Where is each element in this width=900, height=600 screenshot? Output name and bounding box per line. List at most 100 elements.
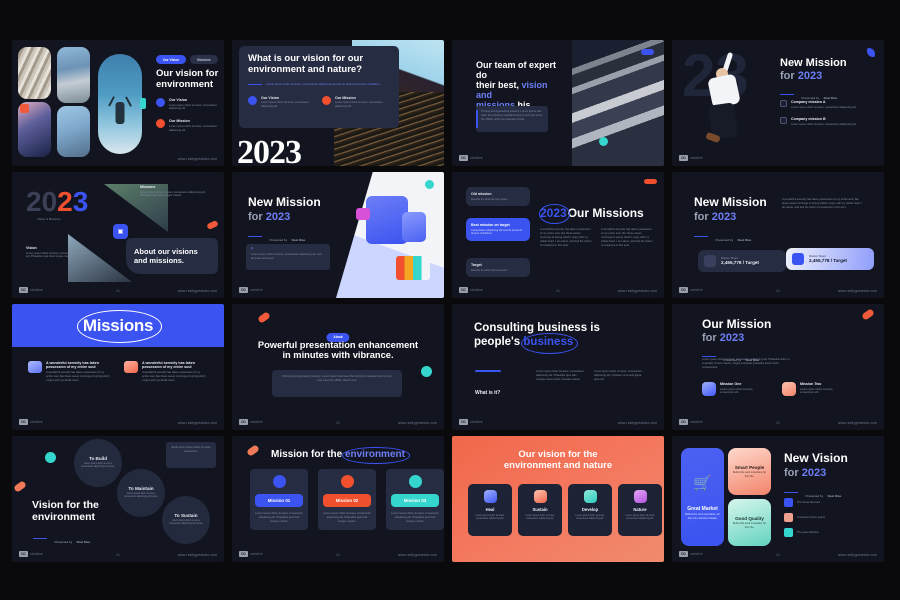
slide-8-stat-right[interactable]: Mission Target 2,455,778 / Target	[786, 248, 874, 270]
slide-6-magenta-shape	[356, 208, 370, 220]
slide-15-card-2[interactable]: Sustain Lorem ipsum dolor sit amet, cons…	[518, 484, 562, 536]
web-url: www.reallygreatsite.com	[398, 421, 437, 425]
slide-7[interactable]: Old mission Results for what the last ye…	[452, 172, 664, 298]
page-number: 01	[556, 289, 560, 293]
slide-4[interactable]: 23 New Mission for 2023 Presented by Noe…	[672, 40, 884, 166]
slide-10[interactable]: About Powerful presentation enhancement …	[232, 304, 444, 430]
mission-03-icon	[408, 475, 422, 488]
teal-circle-accent	[425, 180, 434, 189]
slide-5-card-title-line2: and missions.	[134, 256, 185, 265]
slide-7-card-1[interactable]: Old mission Results for what the last ye…	[466, 187, 530, 207]
list-item: Company mission B Lorem ipsum dolor sit …	[780, 117, 858, 126]
slide-15-card-3[interactable]: Develop Lorem ipsum dolor sit amet, cons…	[568, 484, 612, 536]
slide-16-title: New Vision	[784, 451, 848, 465]
slide-1-tag-ghost[interactable]: Missions	[190, 55, 218, 64]
checkbox-icon[interactable]	[780, 117, 787, 125]
slide-3-title-line1: Our team of expert do	[476, 60, 557, 81]
slide-14-column-2[interactable]: Mission 02 Lorem ipsum dolor sit amet, c…	[318, 469, 376, 530]
page-number: 01	[776, 421, 780, 425]
slide-13[interactable]: Enter lorem ipsum dolor sit amet consect…	[12, 436, 224, 562]
legend-swatch-icon	[784, 513, 793, 522]
slide-13-circle-2[interactable]: To Maintain Lorem ipsum dolor sit amet, …	[117, 469, 165, 517]
slide-15-card-4[interactable]: Nature Lorem ipsum dolor sit amet, conse…	[618, 484, 662, 536]
slide-4-for-label: for	[780, 70, 795, 82]
mission-02-label[interactable]: Mission 02	[323, 494, 371, 507]
mission-02-icon	[340, 475, 354, 488]
slide-10-title-line2: in minutes with vibrance.	[282, 350, 394, 361]
slide-16-year: 2023	[801, 467, 827, 479]
slide-15[interactable]: Our vision for the environment and natur…	[452, 436, 664, 562]
slide-8-title: New Mission	[694, 195, 767, 209]
slide-7-card-3[interactable]: Target Results for what the last years.	[466, 258, 530, 278]
slide-8[interactable]: New Mission for 2023 Presented by Noel D…	[672, 172, 884, 298]
checkbox-icon[interactable]	[780, 100, 787, 107]
logo-text: creative	[690, 420, 703, 424]
brand-logo: DC creative	[239, 551, 263, 557]
bullet-heading: Our Vision	[261, 95, 280, 100]
card-heading: Target	[471, 263, 482, 267]
slide-15-card-1[interactable]: Heal Lorem ipsum dolor sit amet, consect…	[468, 484, 512, 536]
page-number: 01	[776, 289, 780, 293]
mission-03-body: Lorem ipsum dolor sit amet, consectetur …	[391, 512, 439, 523]
slide-16-smart-people-card[interactable]: Smart People Behind the word mountains, …	[728, 448, 771, 495]
slide-12[interactable]: Our Mission for 2023 Presented by Noel D…	[672, 304, 884, 430]
slide-6[interactable]: New Mission for 2023 Presented by Noel D…	[232, 172, 444, 298]
teal-accent-tab	[140, 98, 146, 109]
slide-11-column-1: Lorem ipsum dolor sit amet, consectetur …	[536, 370, 584, 381]
brand-logo: DC creative	[679, 155, 703, 161]
web-url: www.reallygreatsite.com	[618, 289, 657, 293]
slide-13-circle-3[interactable]: To Sustain Lorem ipsum dolor sit amet, c…	[162, 496, 210, 544]
slide-6-quote-box: “ Lorem ipsum dolor sit amet, consectetu…	[246, 244, 330, 270]
year-part-blue: 3	[72, 186, 89, 217]
lock-icon	[402, 212, 426, 242]
web-url: www.reallygreatsite.com	[838, 553, 877, 557]
bullet-dot-icon	[156, 119, 165, 129]
rule-divider	[784, 492, 798, 494]
orange-pill-accent	[861, 308, 875, 321]
bullet-body: Lorem ipsum dolor sit amet, consectetur …	[261, 101, 309, 109]
mission-03-label[interactable]: Mission 03	[391, 494, 439, 507]
slide-11[interactable]: Consulting business is people's business…	[452, 304, 664, 430]
slide-13-circle-1[interactable]: To Build Lorem ipsum dolor sit amet, con…	[74, 439, 122, 487]
mission-01-label[interactable]: Mission 01	[255, 494, 303, 507]
slide-16-good-quality-card[interactable]: Good Quality Behind the word mountains, …	[728, 499, 771, 546]
bullet-body: Lorem ipsum dolor sit amet, consectetur …	[335, 101, 383, 109]
slide-15-title-line2: environment and nature	[503, 459, 613, 471]
slide-8-stat-left[interactable]: Mission Target 2,455,778 / Target	[698, 250, 786, 272]
slide-1-tag[interactable]: Our Vision	[156, 55, 187, 64]
slide-14-column-1[interactable]: Mission 01 Lorem ipsum dolor sit amet, c…	[250, 469, 308, 530]
logo-text: creative	[30, 288, 43, 292]
item-heading: Company mission B	[791, 117, 826, 122]
slide-7-card-2-active[interactable]: Best mission on target Consectetur adipi…	[466, 218, 530, 242]
list-item: A wonderful serenity has taken possessio…	[124, 361, 206, 383]
slide-8-year: 2023	[711, 211, 737, 223]
slide-2[interactable]: What is our vision for our environment a…	[232, 40, 444, 166]
slide-16-great-market-card[interactable]: 🛒 Great Market Behind the word mountains…	[681, 448, 724, 546]
bullet-heading: Our Mission	[169, 119, 190, 124]
slide-5[interactable]: 2023 Vision & Missions ▣ Missions Lorem …	[12, 172, 224, 298]
circle-heading: To Build	[88, 456, 108, 462]
slide-4-logo-icon	[867, 48, 875, 57]
slide-9[interactable]: Missions A wonderful serenity has taken …	[12, 304, 224, 430]
slide-12-paragraph: Lorem ipsum dolor sit amet, consectetur …	[702, 358, 790, 369]
slide-14-title-part: Mission for the	[271, 449, 345, 460]
slide-7-column-1: A wonderful serenity has taken possessio…	[540, 228, 592, 247]
card-body: Lorem ipsum dolor sit amet, consectetur …	[475, 513, 505, 520]
logo-mark: DC	[459, 287, 468, 293]
nature-icon	[633, 490, 647, 503]
hero-photo	[98, 54, 142, 154]
card-icon	[124, 361, 138, 373]
slide-3[interactable]: Our team of expert do their best, vision…	[452, 40, 664, 166]
brand-logo: DC creative	[679, 287, 703, 293]
slide-16[interactable]: 🛒 Great Market Behind the word mountains…	[672, 436, 884, 562]
slide-1[interactable]: Our Vision Missions Our vision for envir…	[12, 40, 224, 166]
slide-14[interactable]: Mission for the environment Mission 01 L…	[232, 436, 444, 562]
slide-14-column-3[interactable]: Mission 03 Lorem ipsum dolor sit amet, c…	[386, 469, 444, 530]
card-body: Behind the word mountains, far from the.	[732, 471, 767, 478]
slide-13-presented: Presented by Noel Dias	[33, 530, 90, 548]
web-url: www.reallygreatsite.com	[618, 421, 657, 425]
web-url: www.reallygreatsite.com	[178, 421, 217, 425]
bullet-heading: Our Mission	[335, 95, 356, 100]
logo-mark: DC	[679, 155, 688, 161]
page-number: 01	[336, 553, 340, 557]
